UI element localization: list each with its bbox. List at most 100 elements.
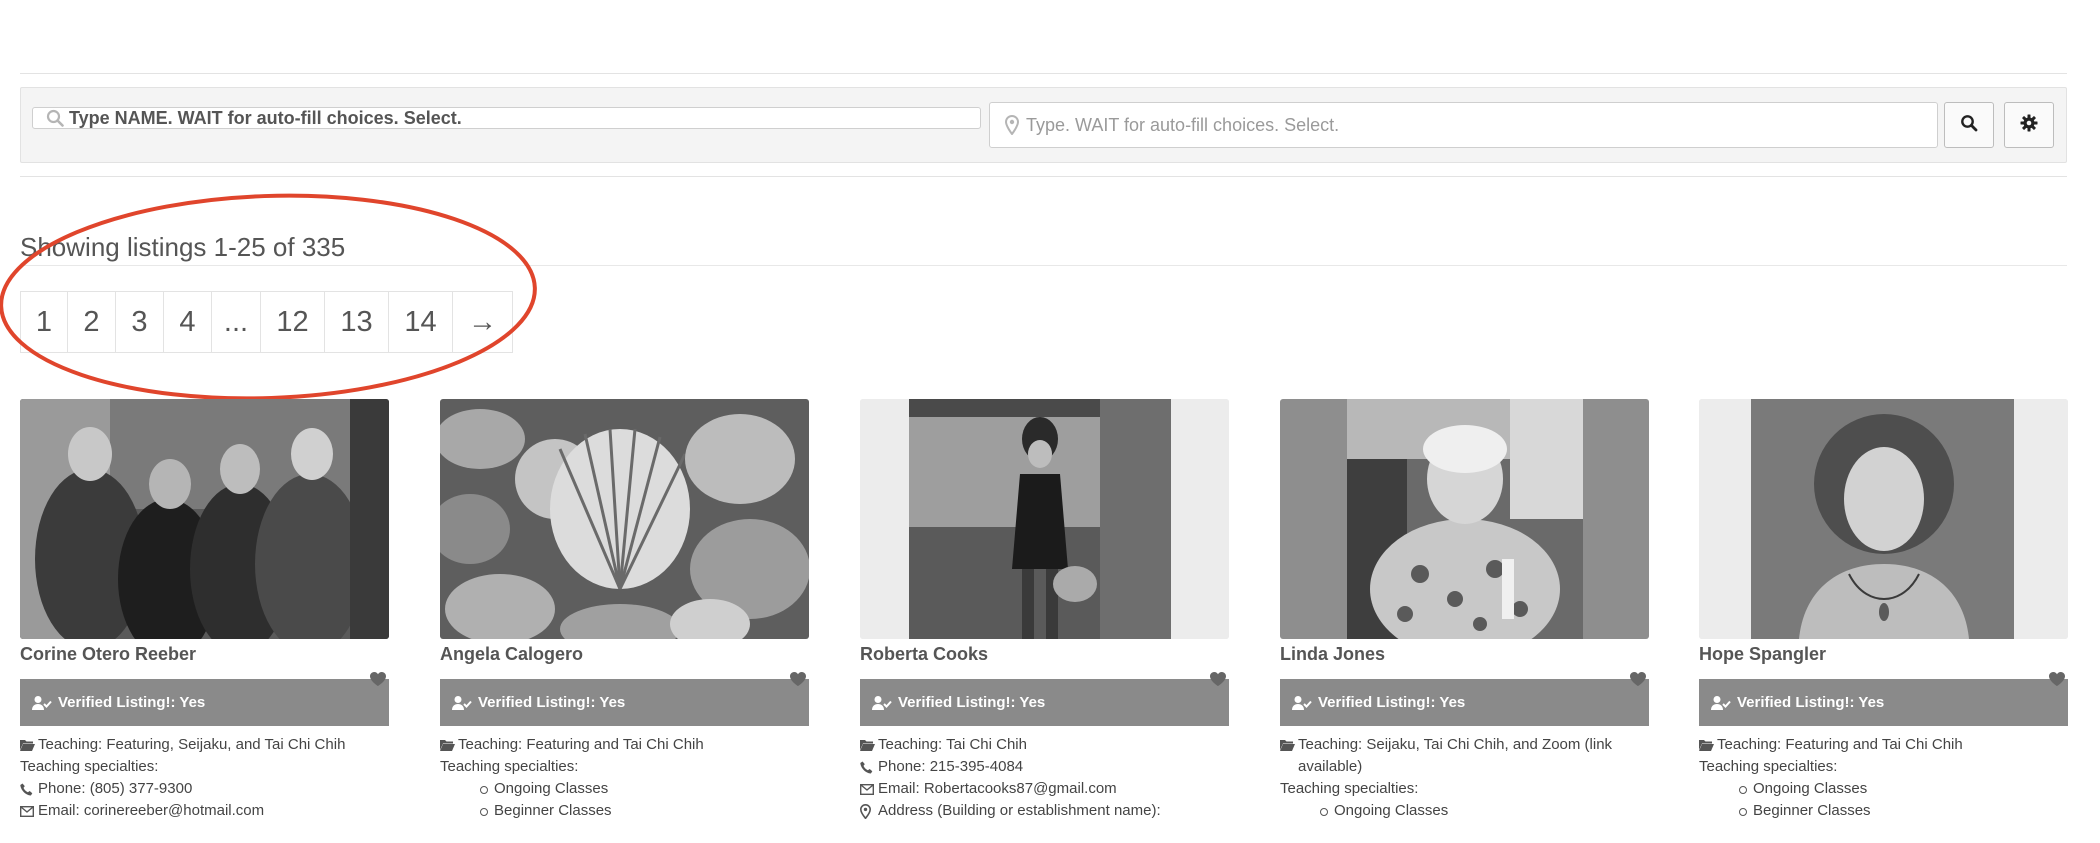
phone-icon: [20, 778, 38, 800]
envelope-icon: [860, 778, 878, 800]
listing-photo[interactable]: [1699, 399, 2068, 639]
listing-card: Linda Jones Verified Listing!: Yes Teach…: [1280, 399, 1649, 822]
user-check-icon: [872, 695, 892, 711]
teaching-row: Teaching: Featuring and Tai Chi Chih: [440, 734, 809, 756]
specialty-item: Ongoing Classes: [480, 778, 809, 800]
user-check-icon: [32, 695, 52, 711]
email-row: Email: corinereeber@hotmail.com: [20, 800, 389, 822]
envelope-icon: [20, 800, 38, 822]
specialty-item: Ongoing Classes: [1739, 778, 2068, 800]
verified-text: Verified Listing!: Yes: [898, 694, 1046, 711]
phone-text[interactable]: Phone: (805) 377-9300: [38, 778, 192, 800]
listing-info: Teaching: Featuring, Seijaku, and Tai Ch…: [20, 734, 389, 822]
page-link-12[interactable]: 12: [261, 292, 325, 352]
phone-row: Phone: 215-395-4084: [860, 756, 1229, 778]
user-check-icon: [452, 695, 472, 711]
favorite-heart-icon[interactable]: [369, 671, 387, 687]
page-link-1[interactable]: 1: [21, 292, 68, 352]
specialties-list: Ongoing Classes Beginner Classes: [1699, 778, 2068, 822]
favorite-heart-icon[interactable]: [1209, 671, 1227, 687]
folder-open-icon: [1280, 734, 1298, 756]
page-link-3[interactable]: 3: [116, 292, 164, 352]
teaching-row: Teaching: Featuring and Tai Chi Chih: [1699, 734, 2068, 756]
listing-name[interactable]: Hope Spangler: [1699, 644, 2068, 666]
specialties-label: Teaching specialties:: [440, 758, 579, 775]
email-text[interactable]: Email: corinereeber@hotmail.com: [38, 800, 264, 822]
teaching-row: Teaching: Featuring, Seijaku, and Tai Ch…: [20, 734, 389, 756]
listing-card: Hope Spangler Verified Listing!: Yes Tea…: [1699, 399, 2068, 822]
pagination: 1 2 3 4 ... 12 13 14 →: [20, 291, 513, 353]
page-link-2[interactable]: 2: [68, 292, 116, 352]
listing-name[interactable]: Roberta Cooks: [860, 644, 1229, 666]
name-search-placeholder: Type NAME. WAIT for auto-fill choices. S…: [69, 107, 462, 128]
teaching-text: Teaching: Seijaku, Tai Chi Chih, and Zoo…: [1298, 736, 1613, 775]
teaching-text: Teaching: Tai Chi Chih: [878, 736, 1027, 753]
listing-card: Roberta Cooks Verified Listing!: Yes Tea…: [860, 399, 1229, 822]
location-search-placeholder: Type. WAIT for auto-fill choices. Select…: [1026, 114, 1340, 135]
map-marker-icon: [1002, 115, 1022, 135]
page-link-14[interactable]: 14: [389, 292, 453, 352]
folder-open-icon: [20, 734, 38, 756]
verified-banner: Verified Listing!: Yes: [440, 679, 809, 726]
specialties-label: Teaching specialties:: [1280, 780, 1419, 797]
teaching-text: Teaching: Featuring and Tai Chi Chih: [1717, 736, 1963, 753]
search-bar: Type NAME. WAIT for auto-fill choices. S…: [20, 87, 2067, 163]
teaching-row: Teaching: Seijaku, Tai Chi Chih, and Zoo…: [1280, 734, 1649, 778]
page-link-4[interactable]: 4: [164, 292, 212, 352]
specialty-item: Beginner Classes: [1739, 800, 2068, 822]
search-divider: [20, 176, 2067, 177]
results-divider: [20, 265, 2067, 266]
search-button[interactable]: [1944, 102, 1994, 148]
specialties-list: Ongoing Classes Beginner Classes: [440, 778, 809, 822]
specialty-item: Ongoing Classes: [1320, 800, 1649, 822]
verified-text: Verified Listing!: Yes: [58, 694, 206, 711]
results-count: Showing listings 1-25 of 335: [20, 232, 346, 262]
listing-photo[interactable]: [20, 399, 389, 639]
listing-photo[interactable]: [1280, 399, 1649, 639]
email-text[interactable]: Email: Robertacooks87@gmail.com: [878, 778, 1117, 800]
specialties-label: Teaching specialties:: [1699, 758, 1838, 775]
gear-icon: [2020, 114, 2038, 137]
verified-text: Verified Listing!: Yes: [1318, 694, 1466, 711]
address-text: Address (Building or establishment name)…: [878, 802, 1161, 819]
settings-button[interactable]: [2004, 102, 2054, 148]
user-check-icon: [1292, 695, 1312, 711]
listing-name[interactable]: Angela Calogero: [440, 644, 809, 666]
listing-info: Teaching: Featuring and Tai Chi Chih Tea…: [440, 734, 809, 822]
favorite-heart-icon[interactable]: [1629, 671, 1647, 687]
search-icon: [45, 108, 65, 128]
folder-open-icon: [860, 734, 878, 756]
user-check-icon: [1711, 695, 1731, 711]
verified-banner: Verified Listing!: Yes: [1280, 679, 1649, 726]
phone-icon: [860, 756, 878, 778]
verified-banner: Verified Listing!: Yes: [20, 679, 389, 726]
verified-banner: Verified Listing!: Yes: [1699, 679, 2068, 726]
next-page-arrow[interactable]: →: [453, 292, 512, 352]
specialty-item: Beginner Classes: [480, 800, 809, 822]
listing-name[interactable]: Corine Otero Reeber: [20, 644, 389, 666]
name-search-input[interactable]: Type NAME. WAIT for auto-fill choices. S…: [32, 107, 981, 129]
verified-text: Verified Listing!: Yes: [1737, 694, 1885, 711]
top-divider: [20, 73, 2067, 74]
map-marker-icon: [860, 800, 878, 822]
listing-name[interactable]: Linda Jones: [1280, 644, 1649, 666]
phone-row: Phone: (805) 377-9300: [20, 778, 389, 800]
specialties-label: Teaching specialties:: [20, 758, 159, 775]
phone-text[interactable]: Phone: 215-395-4084: [878, 756, 1023, 778]
page-link-13[interactable]: 13: [325, 292, 389, 352]
favorite-heart-icon[interactable]: [789, 671, 807, 687]
favorite-heart-icon[interactable]: [2048, 671, 2066, 687]
listing-info: Teaching: Seijaku, Tai Chi Chih, and Zoo…: [1280, 734, 1649, 822]
verified-text: Verified Listing!: Yes: [478, 694, 626, 711]
listing-photo[interactable]: [440, 399, 809, 639]
teaching-text: Teaching: Featuring, Seijaku, and Tai Ch…: [38, 736, 346, 753]
address-row: Address (Building or establishment name)…: [860, 800, 1229, 822]
verified-banner: Verified Listing!: Yes: [860, 679, 1229, 726]
listing-card: Angela Calogero Verified Listing!: Yes T…: [440, 399, 809, 822]
page-ellipsis: ...: [212, 292, 261, 352]
specialties-list: Ongoing Classes: [1280, 800, 1649, 822]
teaching-row: Teaching: Tai Chi Chih: [860, 734, 1229, 756]
listing-photo[interactable]: [860, 399, 1229, 639]
location-search-input[interactable]: Type. WAIT for auto-fill choices. Select…: [989, 102, 1938, 148]
listing-info: Teaching: Tai Chi Chih Phone: 215-395-40…: [860, 734, 1229, 822]
